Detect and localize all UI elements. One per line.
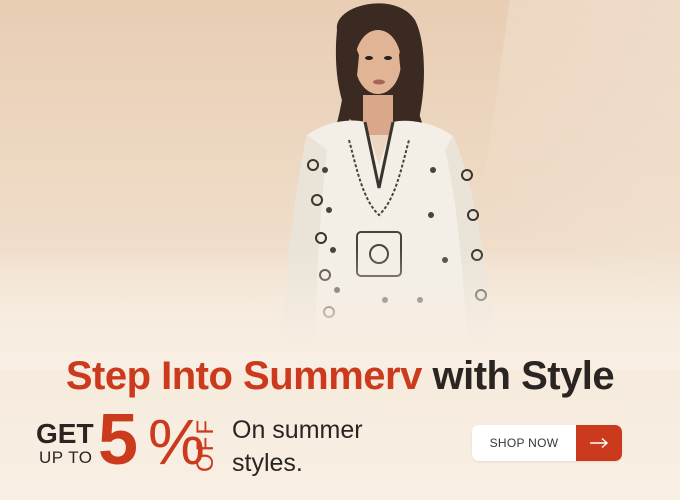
- offer-up-to: UP TO: [39, 448, 93, 467]
- offer-off: OFF: [192, 418, 219, 472]
- shop-now-label: SHOP NOW: [489, 436, 559, 450]
- offer-description: On summer styles.: [232, 416, 363, 477]
- headline: Step Into Summerv with Style: [0, 354, 680, 399]
- promo-banner: Step Into Summerv with Style GET UP TO 5…: [0, 0, 680, 500]
- offer-get: GET: [36, 418, 94, 449]
- background-fade: [0, 250, 680, 370]
- arrow-right-icon: [576, 425, 622, 461]
- shop-now-button[interactable]: SHOP NOW: [472, 425, 622, 461]
- headline-accent: Step Into Summerv: [65, 354, 423, 398]
- offer-percentage: 5: [98, 400, 139, 480]
- headline-rest: with Style: [432, 354, 615, 398]
